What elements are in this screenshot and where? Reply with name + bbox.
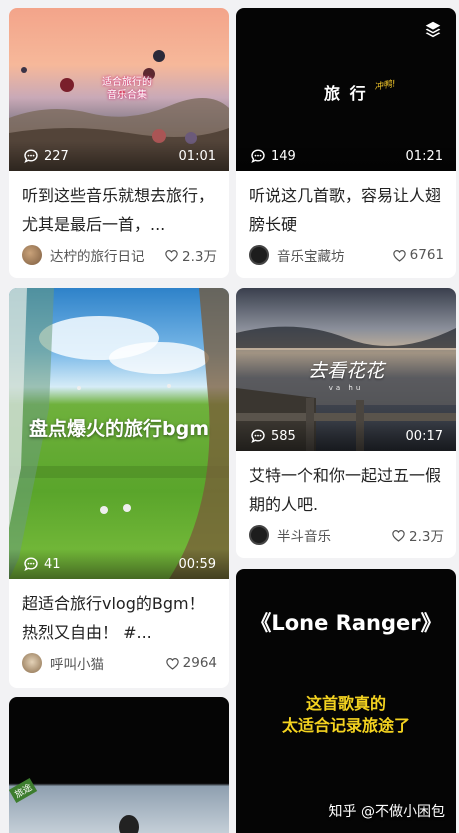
video-feed: 适合旅行的 音乐合集 227 01:01 听到这些音乐就想去旅行，尤其是最后一首… bbox=[0, 0, 459, 833]
video-card[interactable]: 旅 行 冲鸭! 149 01:21 听说这几首歌，容易让人翅膀长硬 音乐宝藏坊 … bbox=[236, 8, 456, 278]
video-title[interactable]: 超适合旅行vlog的Bgm！热烈又自由！ #... bbox=[9, 579, 229, 647]
comment-icon bbox=[251, 149, 265, 163]
like-count-value: 2.3万 bbox=[182, 249, 217, 265]
author[interactable]: 达柠的旅行日记 bbox=[22, 245, 145, 265]
video-overlay-caption: 去看花花 bbox=[307, 360, 384, 382]
layers-icon[interactable] bbox=[424, 20, 442, 38]
comment-icon bbox=[24, 149, 38, 163]
video-overlay-tag: 冲鸭! bbox=[373, 79, 397, 93]
video-card[interactable]: 盘点爆火的旅行bgm 41 00:59 超适合旅行vlog的Bgm！热烈又自由！… bbox=[9, 288, 229, 688]
video-thumbnail[interactable]: 适合旅行的 音乐合集 227 01:01 bbox=[9, 8, 229, 171]
author-row: 音乐宝藏坊 6761 bbox=[236, 239, 456, 265]
video-card[interactable]: 适合旅行的 音乐合集 227 01:01 听到这些音乐就想去旅行，尤其是最后一首… bbox=[9, 8, 229, 278]
heart-icon bbox=[165, 657, 179, 670]
video-title[interactable]: 艾特一个和你一起过五一假期的人吧. bbox=[236, 451, 456, 519]
like-count[interactable]: 6761 bbox=[392, 247, 444, 263]
video-meta-bar: 585 00:17 bbox=[236, 421, 456, 451]
comment-count-value: 227 bbox=[44, 148, 69, 164]
figure-illustration bbox=[119, 815, 139, 833]
author[interactable]: 半斗音乐 bbox=[249, 525, 331, 545]
author-row: 达柠的旅行日记 2.3万 bbox=[9, 239, 229, 265]
video-title[interactable]: 听到这些音乐就想去旅行，尤其是最后一首，... bbox=[9, 171, 229, 239]
like-count[interactable]: 2.3万 bbox=[164, 245, 217, 265]
heart-icon bbox=[392, 249, 406, 262]
video-meta-bar: 41 00:59 bbox=[9, 549, 229, 579]
author-name[interactable]: 呼叫小猫 bbox=[50, 653, 104, 673]
heart-icon bbox=[165, 249, 178, 262]
video-thumbnail[interactable]: 盘点爆火的旅行bgm 41 00:59 bbox=[9, 288, 229, 579]
comment-count: 585 bbox=[250, 428, 296, 444]
author-name[interactable]: 半斗音乐 bbox=[277, 525, 331, 545]
avatar[interactable] bbox=[249, 245, 269, 265]
video-thumbnail[interactable]: 去看花花 va hu 585 00:17 bbox=[236, 288, 456, 451]
author[interactable]: 音乐宝藏坊 bbox=[249, 245, 345, 265]
avatar[interactable] bbox=[249, 525, 269, 545]
like-count[interactable]: 2964 bbox=[165, 655, 217, 671]
comment-count: 227 bbox=[23, 148, 69, 164]
video-overlay-caption: 盘点爆火的旅行bgm bbox=[29, 418, 209, 440]
like-count[interactable]: 2.3万 bbox=[391, 525, 444, 545]
video-overlay-subtitle: 这首歌真的 太适合记录旅途了 bbox=[281, 694, 410, 735]
like-count-value: 2964 bbox=[182, 655, 217, 671]
video-thumbnail[interactable]: 旅 行 冲鸭! 149 01:21 bbox=[236, 8, 456, 171]
video-card[interactable]: 旅途 bbox=[9, 697, 229, 833]
like-count-value: 6761 bbox=[409, 247, 444, 263]
comment-count-value: 585 bbox=[271, 428, 296, 444]
video-overlay-caption: 适合旅行的 音乐合集 bbox=[102, 77, 152, 101]
video-duration: 00:17 bbox=[405, 428, 443, 444]
author[interactable]: 呼叫小猫 bbox=[22, 653, 104, 673]
comment-icon bbox=[251, 429, 265, 443]
author-row: 呼叫小猫 2964 bbox=[9, 647, 229, 673]
video-meta-bar: 149 01:21 bbox=[236, 141, 456, 171]
video-duration: 00:59 bbox=[178, 556, 216, 572]
like-count-value: 2.3万 bbox=[409, 529, 444, 545]
heart-icon bbox=[392, 529, 405, 542]
video-overlay-caption: 《Lone Ranger》 bbox=[250, 611, 442, 635]
video-card[interactable]: 去看花花 va hu 585 00:17 艾特一个和你一起过五一假期的人吧. 半… bbox=[236, 288, 456, 558]
avatar[interactable] bbox=[22, 653, 42, 673]
video-thumbnail[interactable]: 旅途 bbox=[9, 697, 229, 833]
comment-count: 149 bbox=[250, 148, 296, 164]
video-duration: 01:21 bbox=[405, 148, 443, 164]
comment-count-value: 149 bbox=[271, 148, 296, 164]
video-duration: 01:01 bbox=[178, 148, 216, 164]
comment-count: 41 bbox=[23, 556, 61, 572]
author-name[interactable]: 达柠的旅行日记 bbox=[50, 245, 145, 265]
video-thumbnail[interactable]: 《Lone Ranger》 这首歌真的 太适合记录旅途了 bbox=[236, 569, 456, 833]
watermark: 知乎 @不做小困包 bbox=[328, 804, 445, 820]
author-row: 半斗音乐 2.3万 bbox=[236, 519, 456, 545]
avatar[interactable] bbox=[22, 245, 42, 265]
video-overlay-subtitle: va hu bbox=[328, 384, 364, 392]
video-meta-bar: 227 01:01 bbox=[9, 141, 229, 171]
comment-icon bbox=[24, 557, 38, 571]
author-name[interactable]: 音乐宝藏坊 bbox=[277, 245, 345, 265]
video-title[interactable]: 听说这几首歌，容易让人翅膀长硬 bbox=[236, 171, 456, 239]
video-card[interactable]: 《Lone Ranger》 这首歌真的 太适合记录旅途了 bbox=[236, 569, 456, 833]
comment-count-value: 41 bbox=[44, 556, 61, 572]
video-overlay-caption: 旅 行 bbox=[324, 84, 368, 103]
